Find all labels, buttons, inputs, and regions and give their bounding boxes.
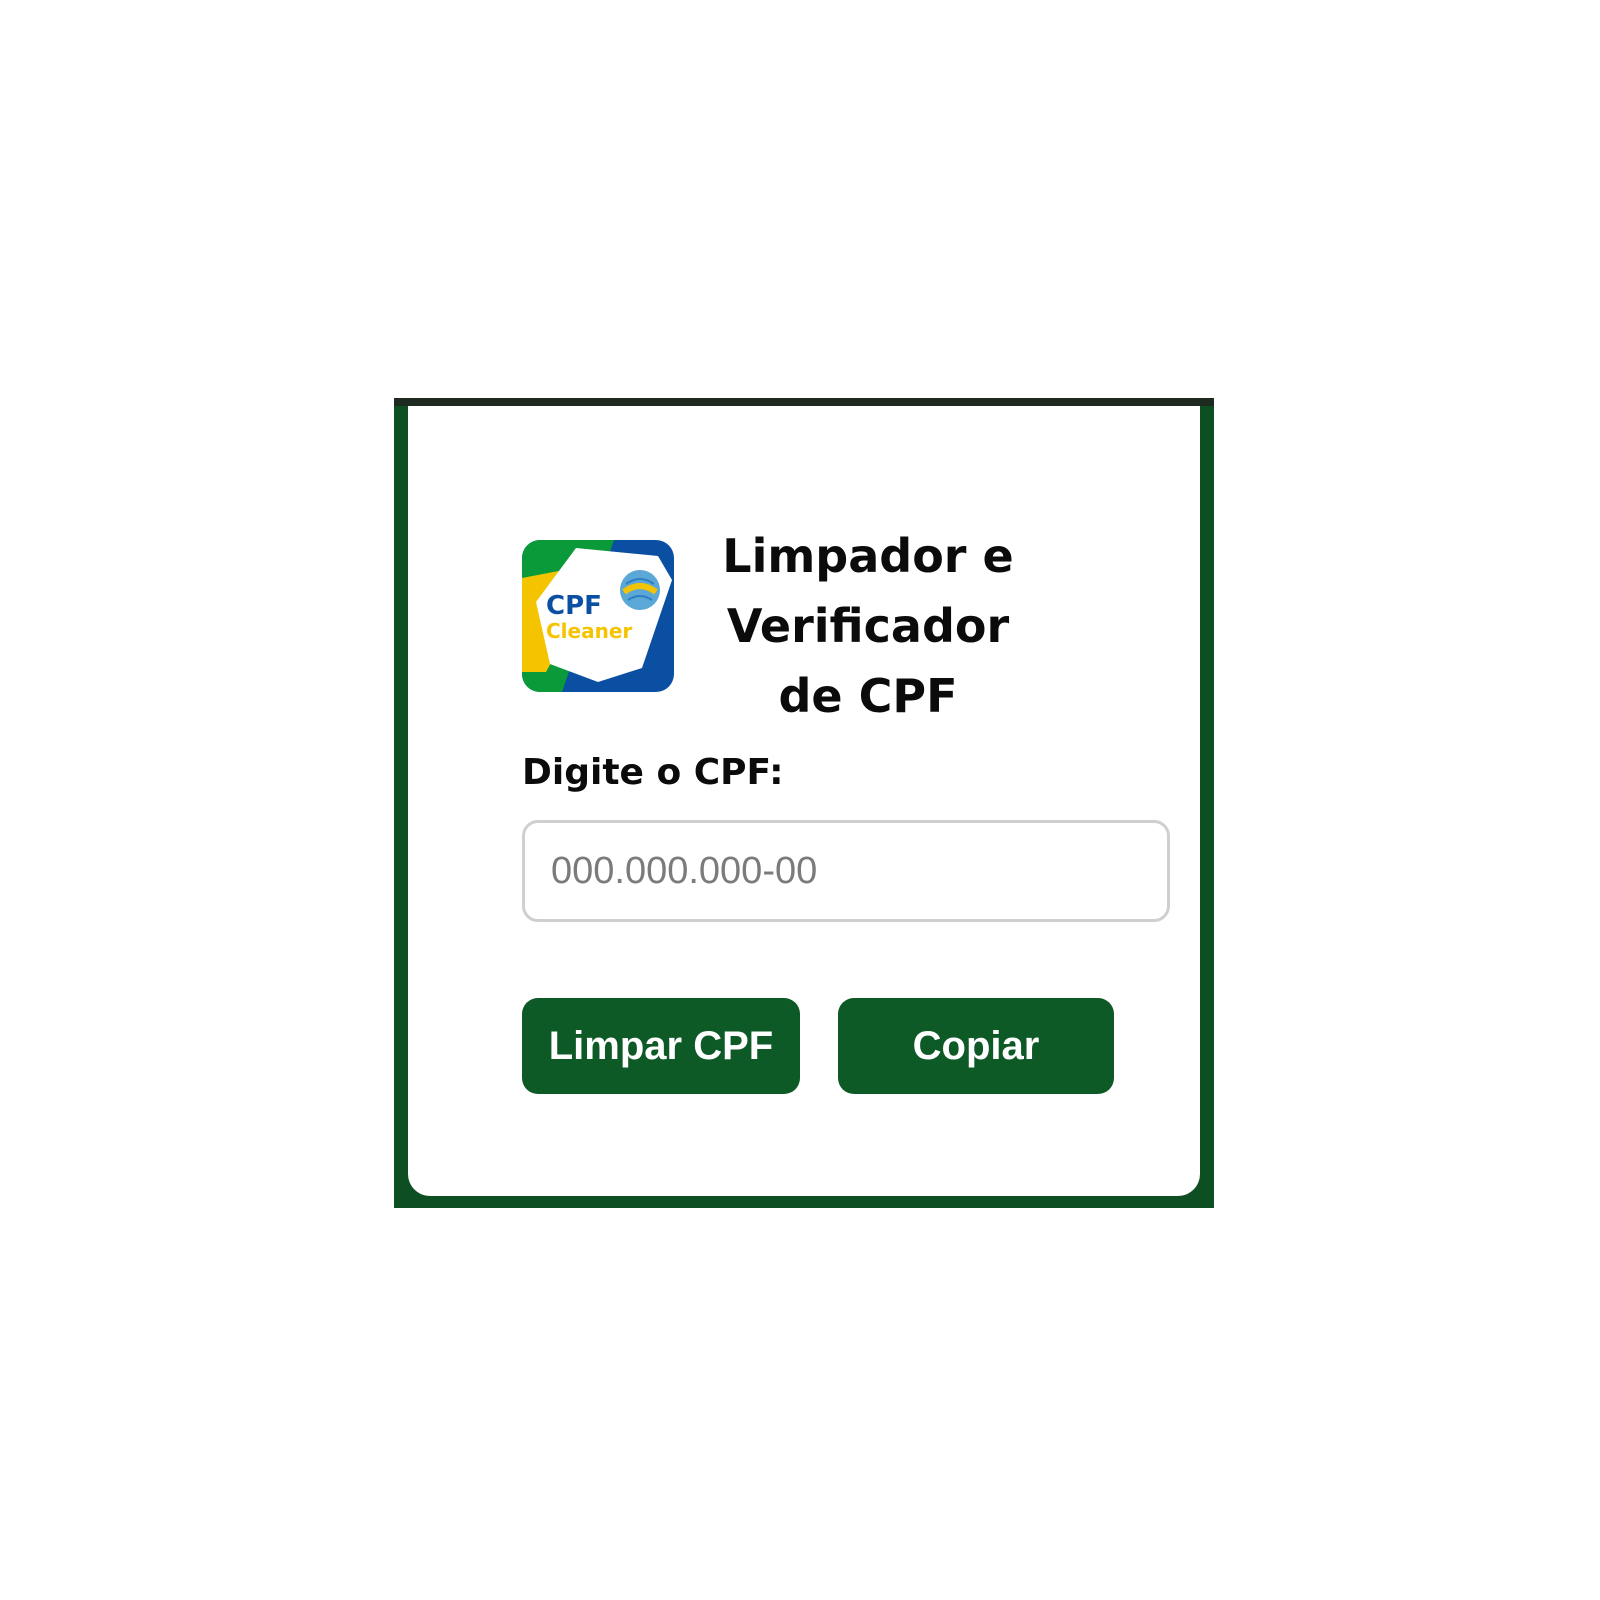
popup-card: CPF Cleaner Limpador e Verificador de CP… (408, 406, 1200, 1196)
logo-text-cpf: CPF (546, 591, 602, 621)
cpf-field-label: Digite o CPF: (522, 752, 784, 793)
title-line-2: Verificador (726, 599, 1010, 653)
extension-popup-frame: CPF Cleaner Limpador e Verificador de CP… (394, 398, 1214, 1208)
clean-cpf-button[interactable]: Limpar CPF (522, 998, 800, 1094)
cpf-cleaner-logo-icon: CPF Cleaner (522, 540, 674, 692)
copy-button[interactable]: Copiar (838, 998, 1114, 1094)
title-line-3: de CPF (778, 669, 958, 723)
logo-text-cleaner: Cleaner (546, 619, 632, 643)
title-line-1: Limpador e (722, 529, 1014, 583)
window-top-bar (394, 398, 1214, 406)
cpf-input[interactable] (522, 820, 1170, 922)
page-title: Limpador e Verificador de CPF (718, 521, 1018, 731)
